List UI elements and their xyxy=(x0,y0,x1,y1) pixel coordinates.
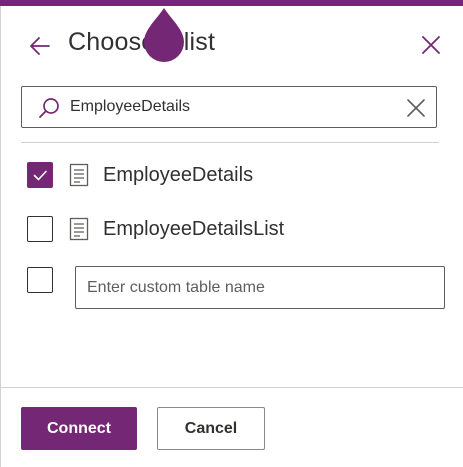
custom-table-row xyxy=(27,267,57,297)
list-item-checkbox[interactable] xyxy=(27,216,53,242)
list-item-label: EmployeeDetailsList xyxy=(103,218,285,240)
custom-table-name-input[interactable] xyxy=(75,266,445,309)
list-item[interactable]: EmployeeDetails xyxy=(27,162,447,192)
footer-divider xyxy=(1,387,463,388)
checkmark-icon xyxy=(33,170,47,181)
connect-button[interactable]: Connect xyxy=(21,407,137,450)
search-divider xyxy=(21,142,439,143)
drag-indicator-icon xyxy=(144,8,184,62)
search-icon xyxy=(39,98,59,118)
panel-header: Choose a list xyxy=(0,6,463,78)
list-item[interactable]: EmployeeDetailsList xyxy=(27,216,447,246)
clear-icon[interactable] xyxy=(406,98,426,118)
cancel-button[interactable]: Cancel xyxy=(157,407,265,450)
list-icon xyxy=(69,217,89,241)
custom-table-checkbox[interactable] xyxy=(27,267,53,293)
back-button[interactable] xyxy=(26,32,54,60)
arrow-left-icon xyxy=(30,37,50,55)
search-box xyxy=(21,86,437,128)
list-icon xyxy=(69,163,89,187)
list-item-label: EmployeeDetails xyxy=(103,164,254,186)
close-button[interactable] xyxy=(417,31,445,59)
search-input[interactable] xyxy=(70,87,390,127)
close-icon xyxy=(422,36,440,54)
list-item-checkbox[interactable] xyxy=(27,162,53,188)
